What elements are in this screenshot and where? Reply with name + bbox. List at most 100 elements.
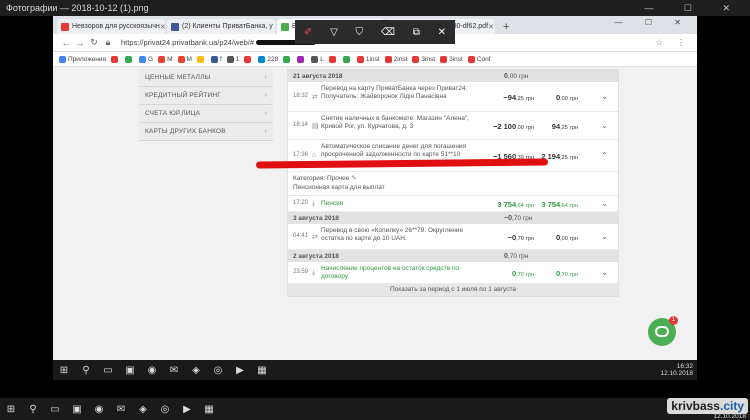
bookmark-item[interactable] — [196, 55, 206, 63]
taskbar-app-5-icon[interactable]: ✉ — [163, 365, 185, 376]
taskbar-app-3-icon[interactable]: ▣ — [119, 365, 141, 376]
taskbar-app-8-icon[interactable]: ▶ — [176, 404, 198, 415]
bookmark-item[interactable] — [125, 55, 134, 63]
bookmark-item[interactable]: 3inst — [440, 55, 463, 63]
back-icon[interactable]: ← — [59, 38, 73, 48]
taskbar-app-9-icon[interactable]: ▦ — [251, 365, 273, 376]
balance-currency: грн — [569, 155, 578, 161]
taskbar-app-3-icon[interactable]: ▣ — [66, 404, 88, 415]
browser-window-controls[interactable]: — ☐ ✕ — [615, 18, 691, 27]
day-sum-int: −0 — [504, 214, 512, 222]
bookmark-item[interactable]: Приложения — [59, 55, 106, 63]
taskbar-app-4-icon[interactable]: ◉ — [88, 404, 110, 415]
left-menu-item[interactable]: ЦЕННЫЕ МЕТАЛЛЫ › — [139, 69, 273, 87]
bookmark-item[interactable]: M — [177, 55, 192, 63]
reload-icon[interactable]: ↻ — [87, 37, 101, 48]
transaction-type-icon: ⤓ — [312, 269, 316, 276]
bookmark-item[interactable]: 2inst — [384, 55, 407, 63]
amount-int: −94 — [503, 93, 517, 102]
chevron-down-icon[interactable]: ⌄ — [601, 268, 608, 277]
left-menu-label: ЦЕННЫЕ МЕТАЛЛЫ — [145, 74, 211, 81]
transaction-time: 23:59 — [293, 269, 309, 275]
bookmark-item[interactable] — [328, 55, 338, 63]
chevron-down-icon[interactable]: ⌄ — [601, 232, 608, 241]
transaction-description: Пенсия — [321, 200, 344, 207]
bookmark-item[interactable]: M — [158, 55, 173, 63]
markup-tool-4-icon[interactable]: ⧉ — [413, 27, 420, 38]
bookmark-item[interactable] — [297, 55, 306, 63]
chevron-down-icon[interactable]: ⌄ — [601, 121, 608, 130]
tab-0[interactable]: Невзоров для русскоязычн ✕ — [57, 19, 165, 34]
statement-panel: 21 августа 2018 0,00 грн 18:32 ⇄ Перевод на … — [287, 69, 619, 297]
taskbar-app-1-icon[interactable]: ⚲ — [75, 365, 97, 376]
new-tab-button[interactable]: + — [497, 21, 515, 34]
left-menu-item[interactable]: СЧЕТА ЮР.ЛИЦА › — [139, 105, 273, 123]
taskbar-app-8-icon[interactable]: ▶ — [229, 365, 251, 376]
chevron-up-icon[interactable]: ⌃ — [601, 151, 608, 160]
markup-tool-2-icon[interactable]: ⛉ — [356, 27, 364, 38]
chevron-down-icon[interactable]: ⌄ — [601, 199, 608, 208]
taskbar-app-1-icon[interactable]: ⚲ — [22, 404, 44, 415]
bookmark-item[interactable] — [342, 55, 352, 63]
show-period-link[interactable]: Показать за период с 1 июля по 1 августа — [288, 284, 618, 296]
bookmark-label: 3inst — [449, 55, 463, 63]
tab-1[interactable]: (2) Клиенты ПриватБанка, у кот✕ — [167, 19, 275, 34]
transaction-amount: −94,25 грн — [478, 93, 534, 102]
transaction-row[interactable]: 17:20 ⤓ Пенсия 3 754,64 грн 3 754,64 грн ⌄ — [288, 196, 618, 212]
tab-close-icon[interactable]: ✕ — [488, 23, 494, 31]
bookmark-item[interactable] — [283, 55, 292, 63]
bookmark-favicon-icon — [412, 55, 420, 63]
bookmark-item[interactable]: G — [139, 55, 153, 63]
edit-icon[interactable]: ✎ — [351, 175, 356, 182]
bookmark-item[interactable]: f — [210, 55, 222, 63]
chevron-down-icon[interactable]: ⌄ — [601, 92, 608, 101]
tab-label: (2) Клиенты ПриватБанка, у кот — [182, 23, 275, 30]
taskbar-app-0-icon[interactable]: ⊞ — [53, 365, 75, 376]
taskbar-app-0-icon[interactable]: ⊞ — [0, 404, 22, 415]
transaction-row[interactable]: 18:32 ⇄ Перевод на карту ПриватБанка через… — [288, 82, 618, 112]
taskbar-app-7-icon[interactable]: ◎ — [207, 365, 229, 376]
chat-badge: 1 — [669, 316, 678, 325]
url-field[interactable]: https://privat24.privatbank.ua/p24/web/# — [121, 38, 254, 47]
taskbar-app-5-icon[interactable]: ✉ — [110, 404, 132, 415]
left-menu-item[interactable]: КРЕДИТНЫЙ РЕЙТИНГ › — [139, 87, 273, 105]
bookmark-item[interactable]: 3inst — [412, 55, 435, 63]
bookmark-favicon-icon — [125, 55, 133, 63]
transaction-row[interactable]: 18:14 ▤ Снятие наличных в банкомате: Магаз… — [288, 112, 618, 140]
address-bar-icons[interactable]: ☆ ⋮ — [656, 38, 691, 47]
chat-button[interactable]: 1 — [648, 316, 678, 346]
markup-tool-1-icon[interactable]: ▽ — [330, 27, 338, 38]
taskbar-clock[interactable]: 16:32 12.10.2018 — [660, 363, 697, 377]
taskbar-app-6-icon[interactable]: ◈ — [185, 365, 207, 376]
transaction-row[interactable]: 23:59 ⤓ Начисление процентов на остаток ср… — [288, 262, 618, 284]
transaction-amount: 3 754,64 грн — [478, 200, 534, 209]
tab-close-icon[interactable]: ✕ — [160, 23, 165, 31]
bookmark-favicon-icon — [177, 55, 185, 63]
markup-tool-3-icon[interactable]: ⌫ — [381, 27, 395, 38]
taskbar-app-9-icon[interactable]: ▦ — [198, 404, 220, 415]
bookmark-item[interactable] — [111, 55, 120, 63]
taskbar-app-6-icon[interactable]: ◈ — [132, 404, 154, 415]
forward-icon[interactable]: → — [73, 38, 87, 48]
taskbar-app-2-icon[interactable]: ▭ — [44, 404, 66, 415]
amount-currency: грн — [525, 203, 534, 209]
day-date: 3 августа 2018 — [293, 214, 339, 222]
bookmark-item[interactable]: 1inst — [356, 55, 380, 63]
markup-tool-5-icon[interactable]: ✕ — [438, 27, 446, 38]
bookmark-item[interactable] — [244, 55, 253, 63]
taskbar-app-4-icon[interactable]: ◉ — [141, 365, 163, 376]
amount-int: −0 — [507, 233, 517, 242]
balance-dec: ,64 — [560, 203, 568, 209]
bookmark-item[interactable]: 1 — [226, 55, 239, 63]
bookmark-item[interactable]: L — [311, 55, 324, 63]
left-menu-item[interactable]: КАРТЫ ДРУГИХ БАНКОВ › — [139, 123, 273, 141]
transaction-row[interactable]: 04:41 ⇄ Перевод в свою «Копилку» 26**79. О… — [288, 224, 618, 250]
window-controls[interactable]: — ☐ ✕ — [644, 0, 744, 16]
markup-tool-0-icon[interactable]: ✐ — [304, 27, 312, 38]
bookmark-item[interactable]: 228 — [258, 55, 278, 63]
taskbar-app-7-icon[interactable]: ◎ — [154, 404, 176, 415]
bookmark-label: f — [219, 55, 222, 63]
bookmark-item[interactable]: Conf — [467, 55, 491, 63]
inner-taskbar: ⊞ ⚲ ▭ ▣ ◉ ✉ ◈ ◎ ▶ ▦ 16:32 12.10.2018 — [53, 360, 697, 380]
taskbar-app-2-icon[interactable]: ▭ — [97, 365, 119, 376]
